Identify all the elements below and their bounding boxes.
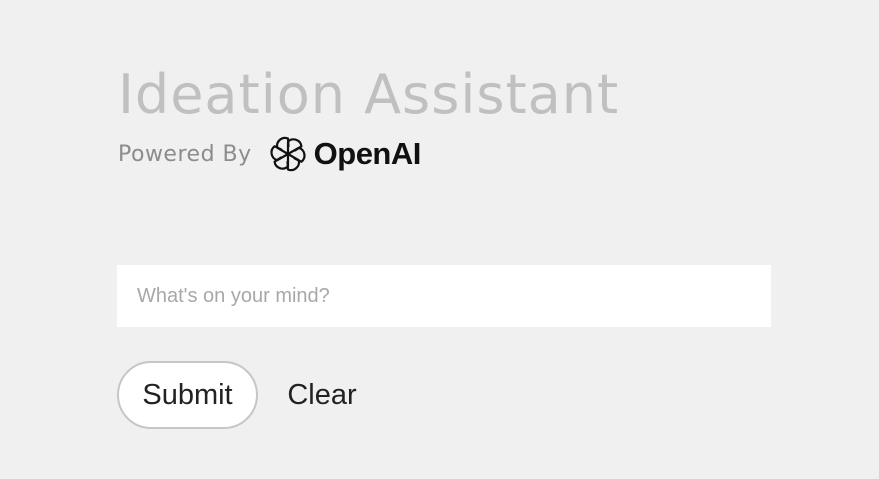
openai-wordmark: OpenAI [313,136,422,171]
openai-logo: OpenAI [266,132,421,176]
prompt-input[interactable] [117,265,771,327]
powered-by-label: Powered By [118,141,252,167]
openai-logo-icon [267,133,309,175]
powered-by-row: Powered By OpenAI [118,130,421,178]
app-title: Ideation Assistant [118,63,620,126]
clear-button[interactable]: Clear [274,361,370,429]
submit-button[interactable]: Submit [117,361,258,429]
